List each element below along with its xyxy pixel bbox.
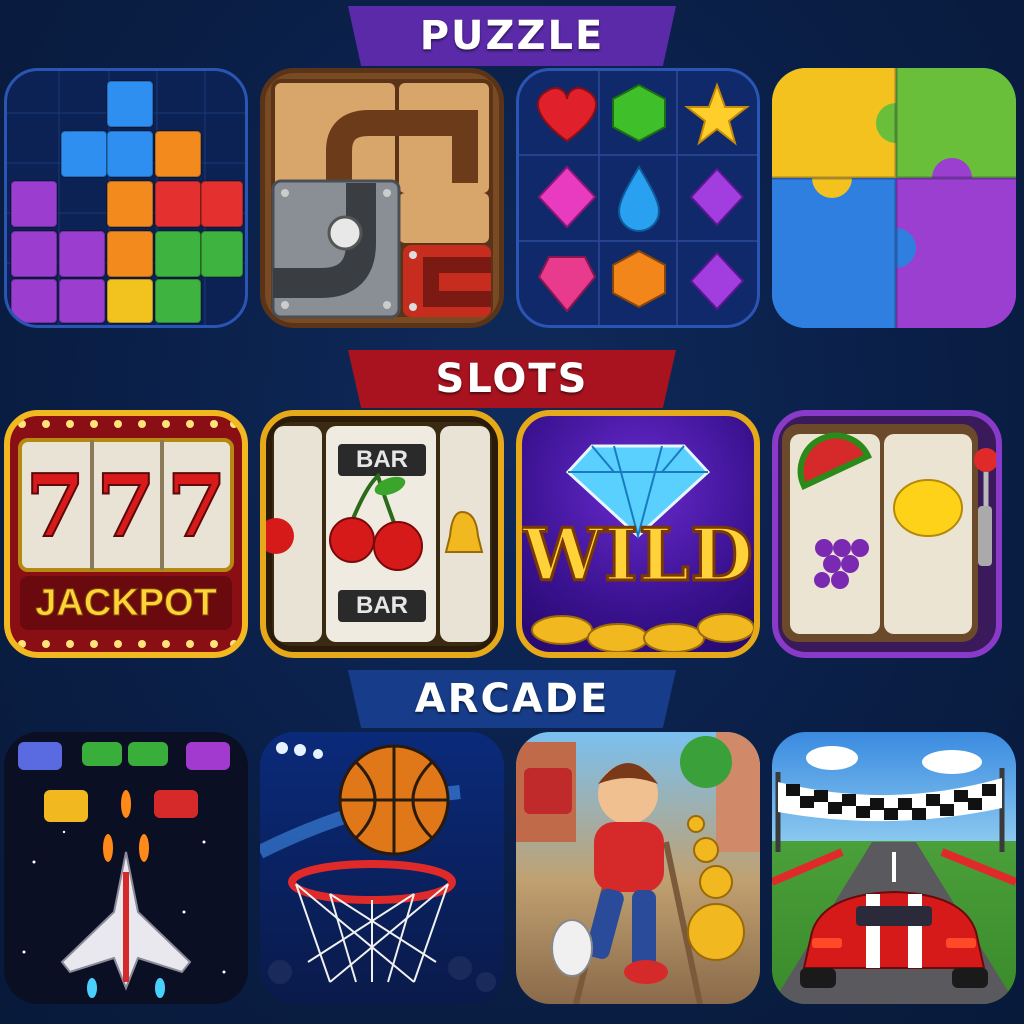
fruit-slot-machine-icon [782, 424, 996, 642]
jigsaw-game-tile[interactable] [772, 68, 1016, 328]
jackpot-label: JACKPOT [35, 582, 218, 625]
pipe-slide-puzzle-game-tile[interactable] [260, 68, 504, 328]
jigsaw-icon [772, 68, 1016, 328]
slots-section-title: SLOTS [348, 350, 676, 408]
racing-car-icon [772, 746, 1016, 1004]
bar-symbol-bottom: BAR [356, 592, 408, 619]
arcade-section-title: ARCADE [348, 670, 676, 728]
runner-game-tile[interactable] [516, 732, 760, 1004]
slot-reel-seven-1: 7 [24, 455, 86, 558]
block-puzzle-icon [7, 71, 245, 325]
wild-label: WILD [522, 511, 754, 599]
wild-diamond-slot-game-tile[interactable]: WILD [516, 410, 760, 658]
racing-game-tile[interactable] [772, 732, 1016, 1004]
match-three-gems-game-tile[interactable] [516, 68, 760, 328]
basketball-game-tile[interactable] [260, 732, 504, 1004]
space-shooter-icon [18, 742, 230, 998]
match-three-gems-icon [519, 71, 757, 325]
bar-symbol-top: BAR [356, 446, 408, 473]
block-puzzle-game-tile[interactable] [4, 68, 248, 328]
fruit-slot-machine-game-tile[interactable] [772, 410, 1002, 658]
puzzle-section-title: PUZZLE [348, 6, 676, 66]
jackpot-777-slot-game-tile[interactable]: 7 7 7 JACKPOT [4, 410, 248, 658]
runner-icon [516, 732, 760, 1004]
space-shooter-game-tile[interactable] [4, 732, 248, 1004]
slot-reel-seven-2: 7 [95, 455, 157, 558]
basketball-icon [260, 742, 496, 992]
pipe-slide-puzzle-icon [271, 79, 493, 319]
slot-reel-seven-3: 7 [166, 455, 228, 558]
cherry-bar-slot-game-tile[interactable]: BAR BAR [260, 410, 504, 658]
